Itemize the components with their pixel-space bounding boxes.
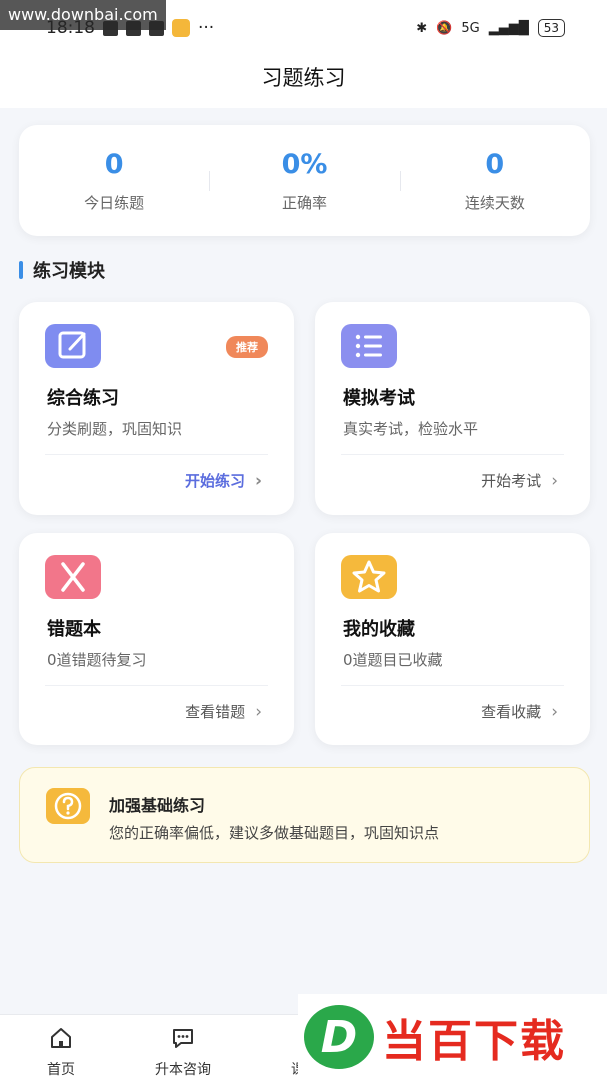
module-card-mistakes[interactable]: 错题本 0道错题待复习 查看错题 › bbox=[19, 533, 294, 745]
star-icon bbox=[341, 555, 397, 599]
stat-streak: 0 连续天数 bbox=[399, 148, 590, 213]
more-icon: ··· bbox=[198, 18, 215, 38]
mute-icon: 🔕 bbox=[436, 20, 453, 36]
status-right: ✱ 🔕 5G ▂▄▆█ 53 bbox=[416, 19, 565, 37]
module-desc: 分类刷题，巩固知识 bbox=[47, 420, 183, 438]
stat-label: 连续天数 bbox=[464, 193, 525, 212]
stats-card: 0 今日练题 0% 正确率 0 连续天数 bbox=[19, 125, 590, 236]
start-practice-button[interactable]: 开始练习 › bbox=[185, 470, 262, 491]
stat-label: 今日练题 bbox=[84, 193, 145, 212]
recommend-badge: 推荐 bbox=[226, 336, 268, 358]
module-card-practice[interactable]: 推荐 综合练习 分类刷题，巩固知识 开始练习 › bbox=[19, 302, 294, 515]
module-desc: 真实考试，检验水平 bbox=[343, 420, 479, 438]
view-mistakes-button[interactable]: 查看错题 › bbox=[185, 701, 262, 722]
module-title: 我的收藏 bbox=[343, 619, 415, 640]
chevron-right-icon: › bbox=[255, 701, 262, 722]
close-icon bbox=[45, 555, 101, 599]
divider bbox=[341, 454, 564, 455]
module-title: 错题本 bbox=[47, 619, 101, 640]
action-label: 开始练习 bbox=[184, 472, 245, 490]
tip-title: 加强基础练习 bbox=[109, 796, 206, 815]
stat-today: 0 今日练题 bbox=[19, 149, 209, 213]
stat-label: 正确率 bbox=[281, 193, 327, 212]
bluetooth-icon: ✱ bbox=[416, 20, 428, 36]
network-label: 5G bbox=[461, 20, 480, 36]
stat-value: 0 bbox=[104, 148, 124, 180]
module-title: 模拟考试 bbox=[343, 388, 415, 409]
logo-mark: D bbox=[304, 1005, 374, 1069]
list-icon bbox=[341, 324, 397, 368]
page-title: 习题练习 bbox=[0, 56, 607, 108]
module-card-exam[interactable]: 模拟考试 真实考试，检验水平 开始考试 › bbox=[315, 302, 590, 515]
nav-home[interactable]: 首页 bbox=[0, 1015, 122, 1080]
section-title-text: 练习模块 bbox=[33, 261, 105, 282]
action-label: 开始考试 bbox=[481, 472, 542, 490]
stat-value: 0% bbox=[281, 148, 328, 180]
tip-text: 您的正确率偏低，建议多做基础题目，巩固知识点 bbox=[109, 824, 440, 842]
section-title: 练习模块 bbox=[19, 258, 105, 282]
nav-label: 升本咨询 bbox=[155, 1062, 211, 1078]
stat-accuracy: 0% 正确率 bbox=[209, 149, 399, 213]
start-exam-button[interactable]: 开始考试 › bbox=[481, 470, 558, 491]
question-icon bbox=[46, 788, 90, 824]
edit-icon bbox=[45, 324, 101, 368]
module-title: 综合练习 bbox=[47, 388, 119, 409]
watermark: www.downbai.com bbox=[0, 0, 166, 30]
view-favorites-button[interactable]: 查看收藏 › bbox=[481, 701, 558, 722]
chevron-right-icon: › bbox=[254, 470, 262, 491]
divider bbox=[45, 454, 268, 455]
action-label: 查看错题 bbox=[185, 703, 246, 721]
divider bbox=[341, 685, 564, 686]
chevron-right-icon: › bbox=[551, 470, 558, 491]
battery-indicator: 53 bbox=[537, 19, 565, 37]
chat-icon bbox=[122, 1025, 244, 1053]
home-icon bbox=[0, 1025, 122, 1053]
downbai-logo: D 当百下载 bbox=[298, 994, 607, 1080]
chevron-right-icon: › bbox=[551, 701, 558, 722]
nav-consult[interactable]: 升本咨询 bbox=[122, 1015, 244, 1080]
module-card-favorites[interactable]: 我的收藏 0道题目已收藏 查看收藏 › bbox=[315, 533, 590, 745]
stat-value: 0 bbox=[485, 148, 505, 180]
signal-icon: ▂▄▆█ bbox=[488, 20, 529, 36]
module-desc: 0道错题待复习 bbox=[47, 651, 147, 669]
weather-icon bbox=[172, 19, 190, 37]
action-label: 查看收藏 bbox=[481, 703, 542, 721]
section-accent bbox=[19, 261, 23, 279]
tip-card: 加强基础练习 您的正确率偏低，建议多做基础题目，巩固知识点 bbox=[19, 767, 590, 863]
divider bbox=[45, 685, 268, 686]
nav-label: 首页 bbox=[47, 1062, 75, 1078]
module-desc: 0道题目已收藏 bbox=[343, 651, 443, 669]
logo-text: 当百下载 bbox=[382, 1016, 566, 1067]
